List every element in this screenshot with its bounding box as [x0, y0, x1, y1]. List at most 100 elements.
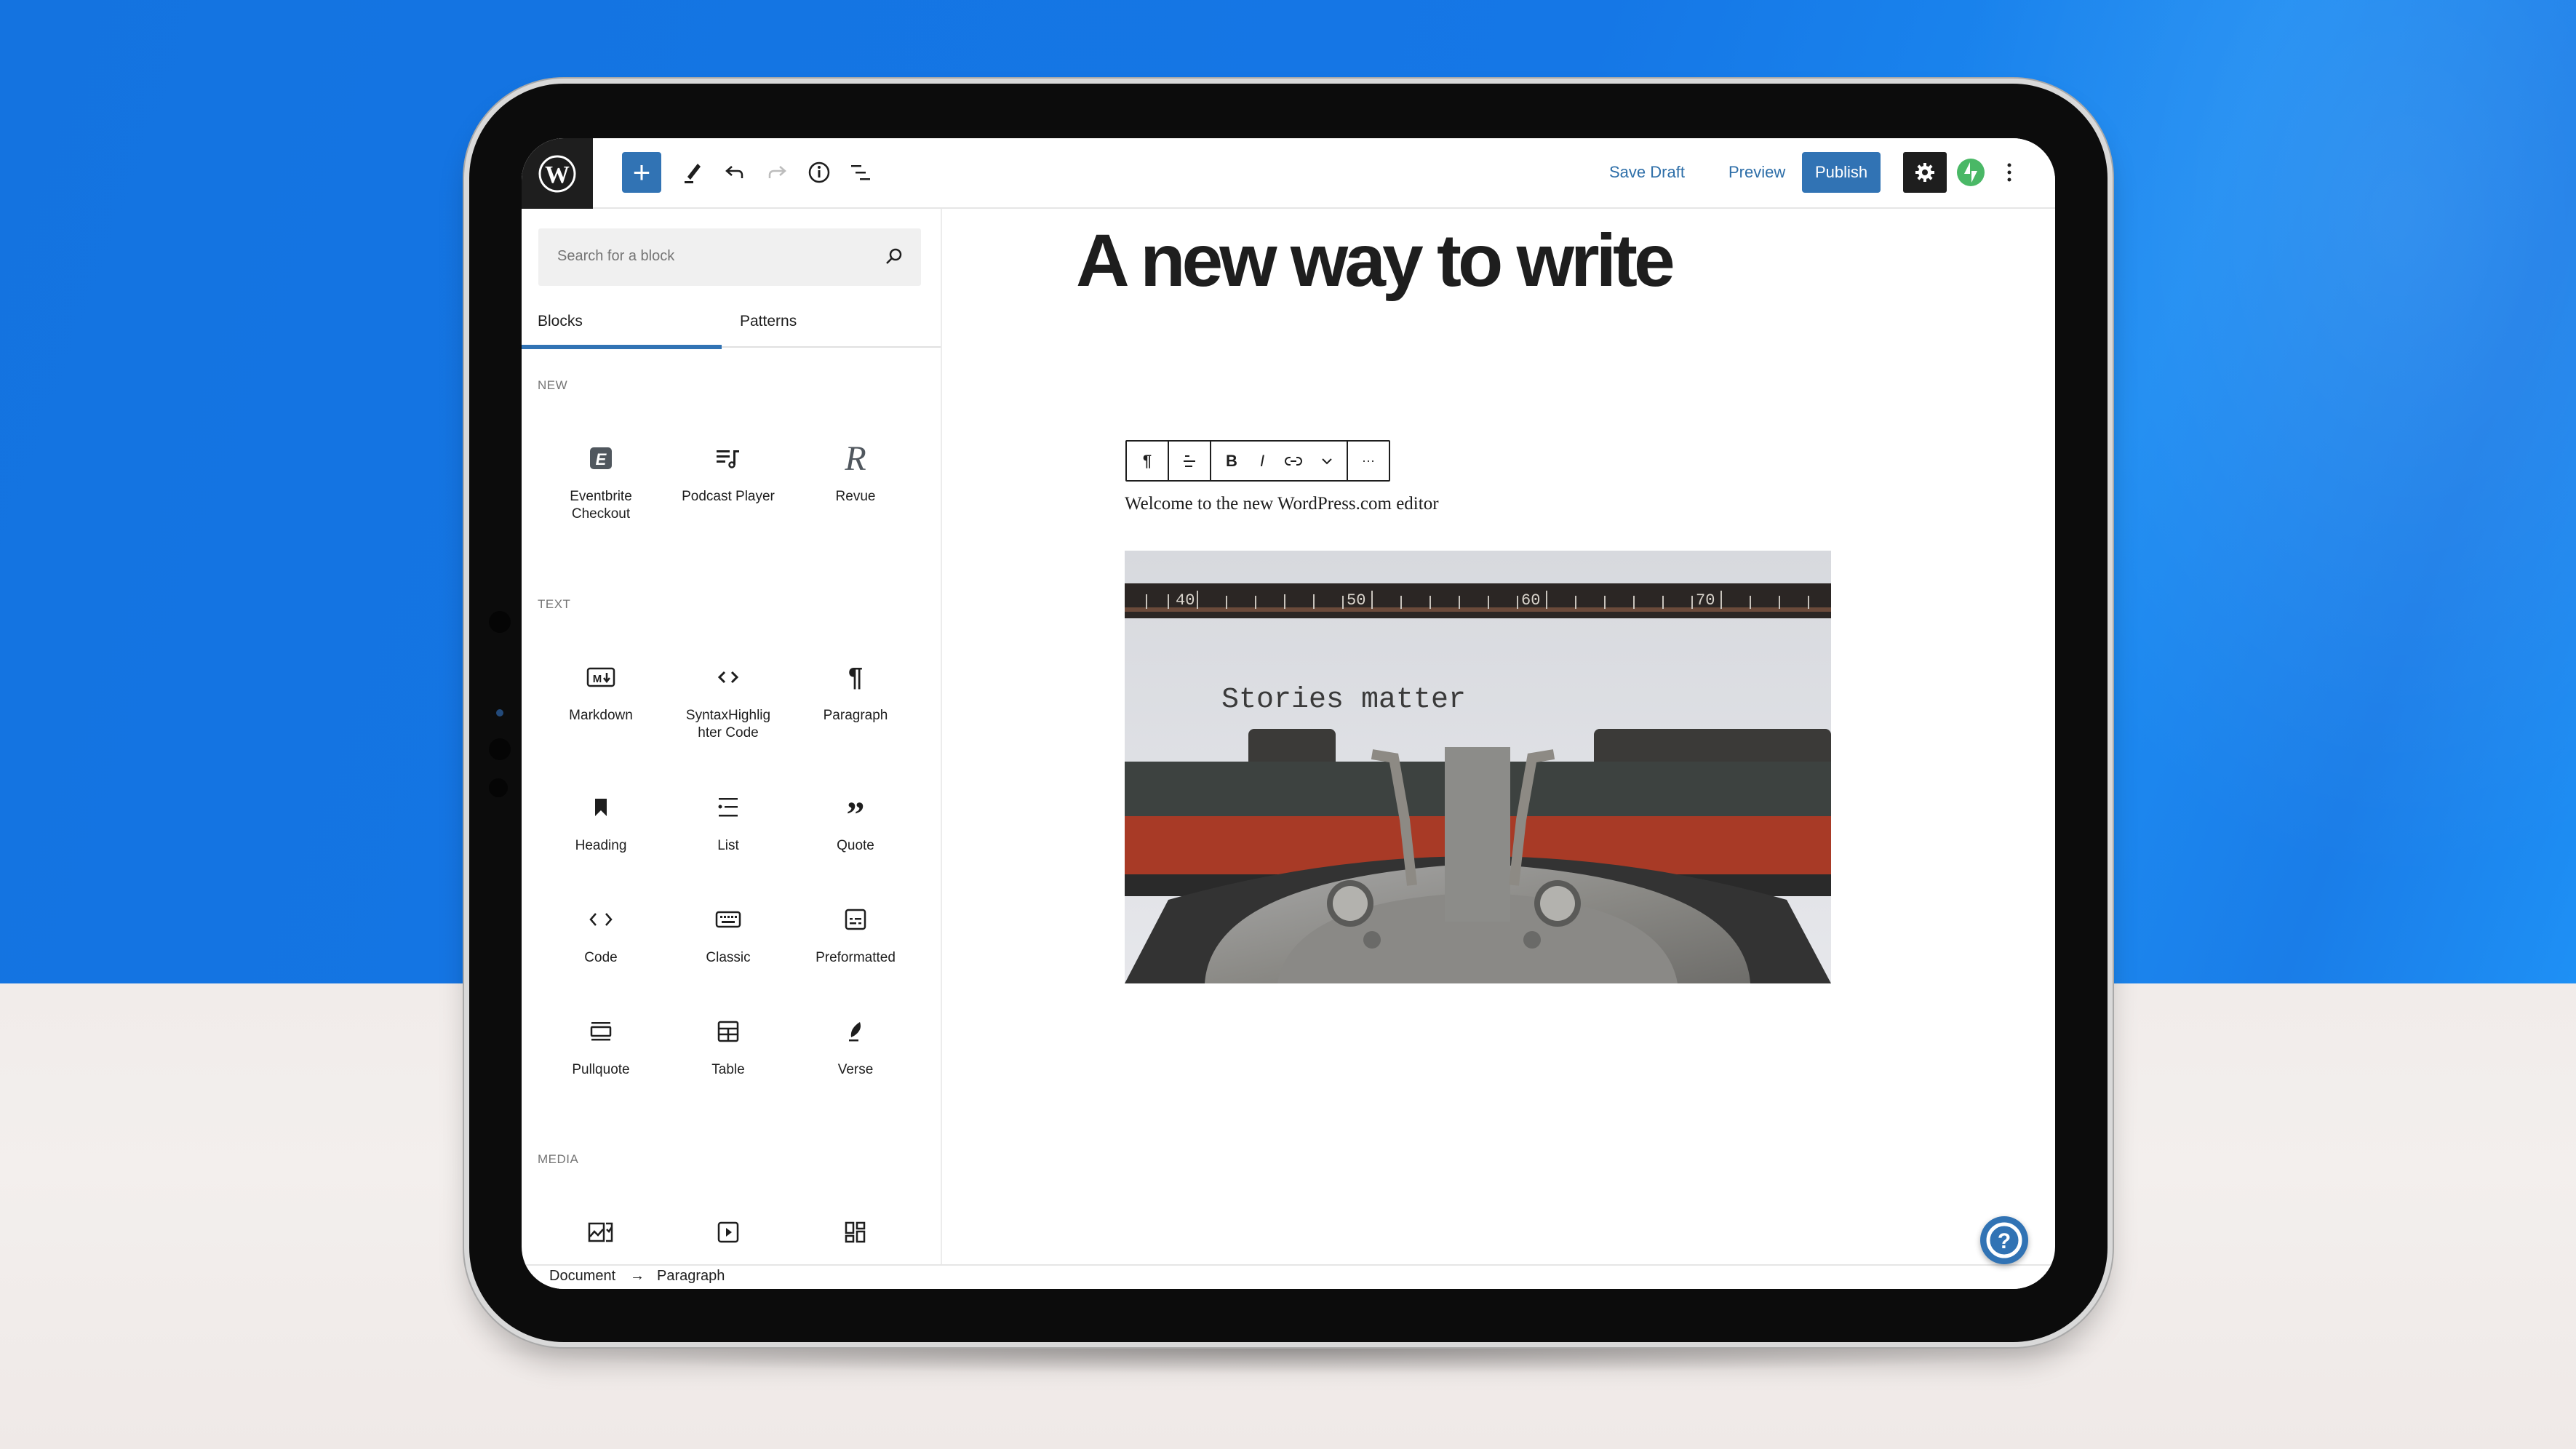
- preview-button[interactable]: Preview: [1728, 152, 1785, 193]
- typed-text: Stories matter: [1221, 684, 1466, 716]
- jetpack-icon: [1957, 159, 1985, 186]
- table-icon: [717, 1021, 739, 1042]
- revue-icon: R: [845, 439, 866, 478]
- block-preformatted[interactable]: Preformatted: [797, 900, 914, 967]
- breadcrumb-separator: →: [630, 1268, 645, 1284]
- bold-button[interactable]: B: [1217, 442, 1246, 480]
- list-view-button[interactable]: [843, 152, 880, 193]
- camera-lens: [496, 709, 503, 716]
- save-draft-button[interactable]: Save Draft: [1609, 152, 1685, 193]
- podcast-player-icon: [717, 450, 739, 468]
- breadcrumb-paragraph[interactable]: Paragraph: [657, 1268, 725, 1285]
- block-pullquote[interactable]: Pullquote: [543, 1012, 659, 1079]
- svg-text:?: ?: [1998, 1229, 2011, 1253]
- block-table[interactable]: Table: [670, 1012, 786, 1079]
- help-icon: ?: [1986, 1222, 2022, 1258]
- ruler-number: 50: [1347, 591, 1365, 610]
- search-placeholder: Search for a block: [557, 248, 675, 264]
- block-quote[interactable]: ” Quote: [797, 788, 914, 855]
- block-podcast-player[interactable]: Podcast Player: [670, 439, 786, 506]
- video-icon: [717, 1221, 739, 1243]
- gear-icon: [1915, 163, 1934, 182]
- category-media: MEDIA: [538, 1152, 579, 1166]
- help-button[interactable]: ?: [1980, 1216, 2028, 1264]
- undo-icon: [725, 166, 743, 178]
- block-list[interactable]: List: [670, 788, 786, 855]
- link-button[interactable]: [1277, 442, 1310, 480]
- redo-icon: [768, 166, 786, 178]
- eventbrite-icon: E: [590, 447, 612, 469]
- block-options-button[interactable]: ···: [1348, 442, 1389, 480]
- block-toolbar: ¶ B I ···: [1125, 440, 1390, 482]
- sensor-dot: [489, 778, 508, 797]
- syntax-code-icon: [717, 671, 739, 684]
- gallery-icon: [845, 1221, 866, 1243]
- typewriter-image: 40 50 60 70 Stories matter: [1125, 551, 1831, 983]
- more-formats-button[interactable]: [1310, 442, 1344, 480]
- keyboard-icon: [715, 911, 741, 928]
- block-code[interactable]: Code: [543, 900, 659, 967]
- tablet-frame: W + Save Draft Preview Publish Search fo…: [469, 84, 2108, 1342]
- tab-blocks[interactable]: Blocks: [522, 302, 722, 349]
- category-new: NEW: [538, 378, 568, 392]
- more-options-button[interactable]: [1998, 152, 2020, 193]
- block-video[interactable]: [670, 1213, 786, 1252]
- italic-button[interactable]: I: [1248, 442, 1277, 480]
- block-image[interactable]: [543, 1213, 659, 1252]
- pencil-icon: [685, 164, 701, 183]
- list-view-icon: [851, 165, 870, 180]
- details-button[interactable]: [801, 152, 837, 193]
- image-icon: [588, 1222, 613, 1242]
- inserter-tabs: Blocks Patterns: [522, 302, 941, 349]
- block-markdown[interactable]: M Markdown: [543, 658, 659, 724]
- block-verse[interactable]: Verse: [797, 1012, 914, 1079]
- edit-tools-button[interactable]: [674, 152, 711, 193]
- post-title[interactable]: A new way to write: [1076, 218, 1675, 303]
- sensor-dot: [489, 738, 511, 760]
- chevron-down-icon: [1322, 458, 1332, 464]
- svg-text:M: M: [593, 673, 602, 685]
- list-icon: [718, 798, 738, 817]
- jetpack-button[interactable]: [1955, 152, 1987, 193]
- block-inserter-button[interactable]: +: [622, 152, 661, 193]
- svg-text:W: W: [545, 161, 570, 188]
- category-text: TEXT: [538, 597, 571, 611]
- code-icon: [589, 913, 613, 926]
- bookmark-icon: [595, 799, 607, 816]
- markdown-icon: M: [586, 667, 615, 687]
- breadcrumb-document[interactable]: Document: [549, 1268, 615, 1285]
- settings-button[interactable]: [1903, 152, 1947, 193]
- info-icon: [808, 161, 830, 183]
- vertical-ellipsis-icon: [2007, 163, 2011, 182]
- block-gallery[interactable]: [797, 1213, 914, 1252]
- block-revue[interactable]: R Revue: [797, 439, 914, 506]
- block-paragraph[interactable]: ¶ Paragraph: [797, 658, 914, 724]
- image-block[interactable]: 40 50 60 70 Stories matter: [1125, 551, 1831, 983]
- ruler-number: 60: [1521, 591, 1540, 610]
- redo-button[interactable]: [759, 152, 795, 193]
- editor-header: W + Save Draft Preview Publish: [522, 138, 2055, 209]
- paragraph-block[interactable]: Welcome to the new WordPress.com editor: [1125, 494, 1439, 514]
- preformatted-icon: [845, 909, 866, 930]
- block-classic[interactable]: Classic: [670, 900, 786, 967]
- tab-patterns[interactable]: Patterns: [740, 302, 797, 348]
- ruler-number: 70: [1696, 591, 1715, 610]
- search-icon: [886, 248, 902, 264]
- wordpress-logo-icon: W: [538, 155, 576, 192]
- block-search-input[interactable]: Search for a block: [538, 228, 921, 286]
- block-heading[interactable]: Heading: [543, 788, 659, 855]
- align-button[interactable]: [1169, 442, 1210, 480]
- align-left-icon: [1184, 455, 1195, 467]
- publish-button[interactable]: Publish: [1802, 152, 1881, 193]
- quote-icon: ”: [846, 794, 865, 834]
- block-inserter-panel: Search for a block Blocks Patterns NEW E…: [522, 209, 942, 1264]
- undo-button[interactable]: [717, 152, 753, 193]
- camera-dot: [489, 611, 511, 633]
- block-syntaxhighlighter-code[interactable]: SyntaxHighlighter Code: [670, 658, 786, 742]
- block-eventbrite-checkout[interactable]: E Eventbrite Checkout: [543, 439, 659, 523]
- paragraph-transform-button[interactable]: ¶: [1127, 442, 1168, 480]
- toolbar-divider: [1210, 442, 1211, 480]
- editor-screen: W + Save Draft Preview Publish Search fo…: [522, 138, 2055, 1289]
- feather-icon: [849, 1022, 861, 1042]
- wordpress-logo-button[interactable]: W: [522, 138, 593, 209]
